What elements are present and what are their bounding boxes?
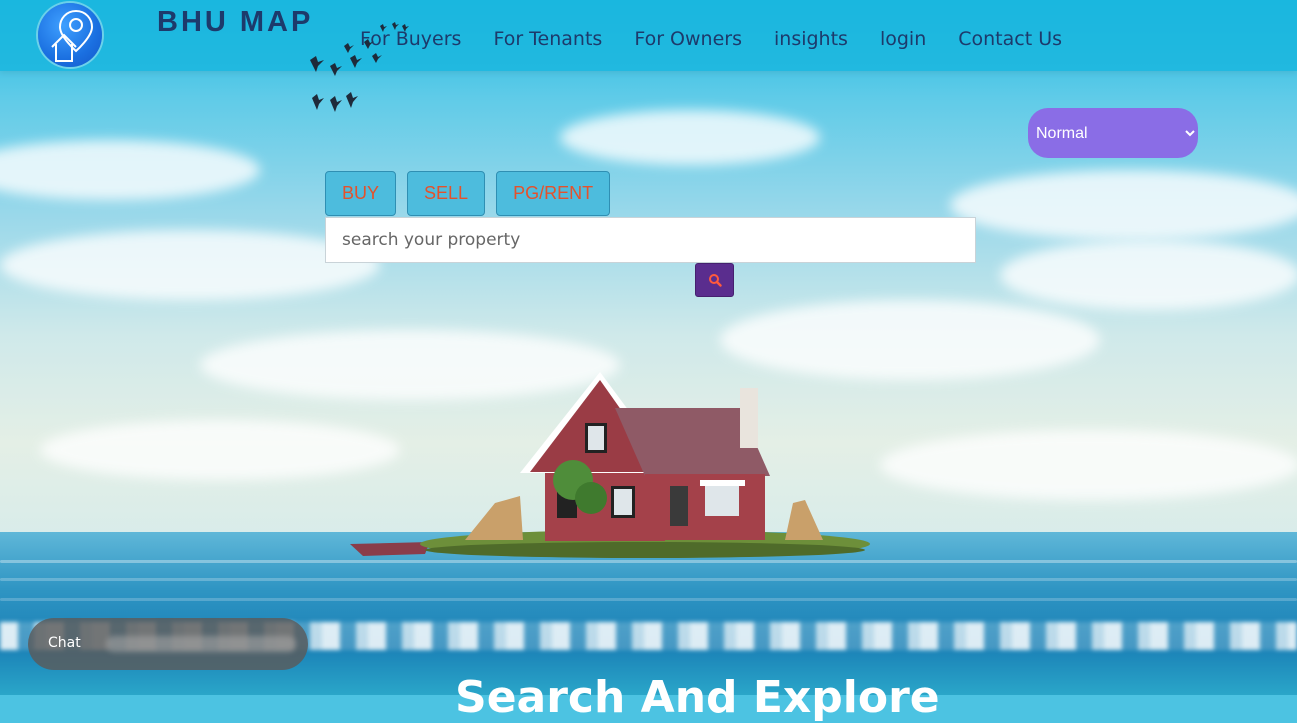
- cloud: [0, 230, 380, 300]
- chat-widget[interactable]: Chat: [28, 618, 308, 670]
- cloud: [560, 110, 820, 165]
- chat-label: Chat: [48, 635, 81, 651]
- nav-for-owners[interactable]: For Owners: [634, 28, 742, 50]
- main-nav: For Buyers For Tenants For Owners insigh…: [360, 28, 1062, 50]
- chat-preview-blur: [106, 636, 296, 652]
- nav-login[interactable]: login: [880, 28, 926, 50]
- brand-name: BHU MAP: [157, 6, 314, 38]
- logo-icon[interactable]: [38, 3, 102, 67]
- search-icon: [708, 274, 722, 287]
- island-house-illustration: [350, 372, 870, 558]
- tab-sell[interactable]: SELL: [407, 171, 486, 216]
- hero-background: [0, 0, 1297, 695]
- birds-icon: [310, 22, 409, 112]
- mode-select[interactable]: Normal: [1028, 108, 1198, 158]
- tab-pg-rent[interactable]: PG/RENT: [496, 171, 611, 216]
- wave: [0, 598, 1297, 601]
- search-button[interactable]: [695, 263, 734, 297]
- hero-heading: Search And Explore: [455, 672, 940, 723]
- search-tabs: BUY SELL PG/RENT: [325, 171, 611, 216]
- wave: [0, 578, 1297, 581]
- cloud: [950, 170, 1297, 240]
- search-input[interactable]: [325, 217, 976, 263]
- cloud: [880, 430, 1297, 500]
- nav-for-tenants[interactable]: For Tenants: [493, 28, 602, 50]
- cloud: [1000, 240, 1297, 310]
- tab-buy[interactable]: BUY: [325, 171, 397, 216]
- nav-insights[interactable]: insights: [774, 28, 848, 50]
- nav-contact-us[interactable]: Contact Us: [958, 28, 1062, 50]
- map-pin-house-icon: [51, 9, 94, 62]
- top-navbar: BHU MAP For Buyers For Tenants For Owner…: [0, 0, 1297, 71]
